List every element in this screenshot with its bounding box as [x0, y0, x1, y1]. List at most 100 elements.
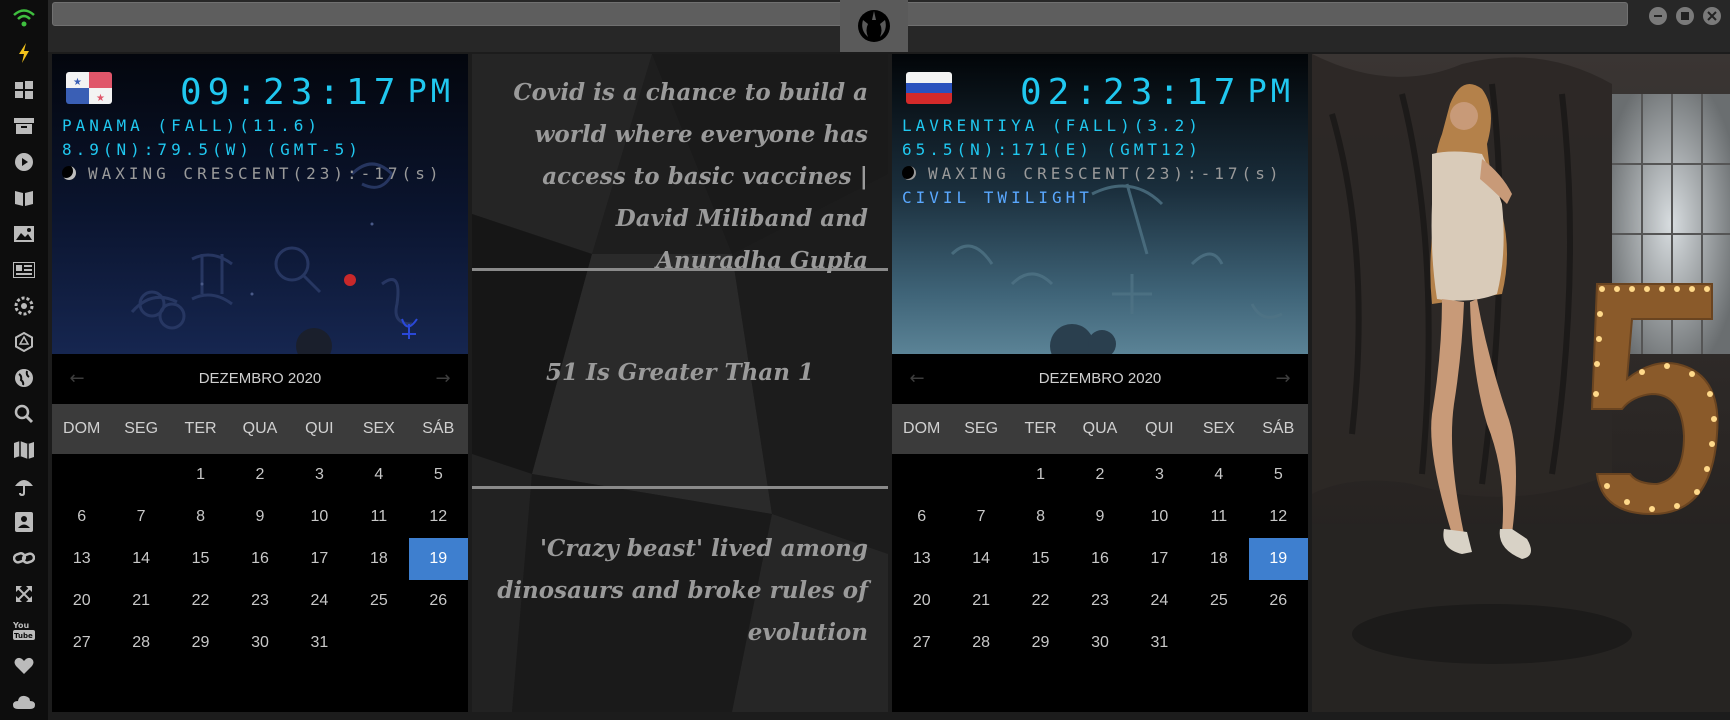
- calendar-day[interactable]: 2: [1070, 454, 1129, 496]
- calendar-day[interactable]: 28: [951, 622, 1010, 664]
- wifi-icon[interactable]: [12, 6, 36, 30]
- close-button[interactable]: [1703, 7, 1721, 25]
- calendar-day[interactable]: 15: [1011, 538, 1070, 580]
- calendar-day[interactable]: 17: [290, 538, 349, 580]
- minimize-button[interactable]: [1649, 7, 1667, 25]
- location-line: PANAMA (FALL)(11.6): [62, 116, 322, 135]
- prev-month-button[interactable]: ←: [62, 354, 92, 404]
- calendar-day[interactable]: 30: [230, 622, 289, 664]
- calendar-day[interactable]: 29: [1011, 622, 1070, 664]
- calendar-day[interactable]: 8: [1011, 496, 1070, 538]
- calendar-day[interactable]: 2: [230, 454, 289, 496]
- calendar-day[interactable]: 3: [290, 454, 349, 496]
- moon-phase-text: WAXING CRESCENT(23):-17(s): [928, 164, 1283, 183]
- calendar-day[interactable]: 25: [349, 580, 408, 622]
- calendar-day[interactable]: 16: [1070, 538, 1129, 580]
- calendar-day-today[interactable]: 19: [408, 538, 468, 580]
- calendar-day[interactable]: 3: [1130, 454, 1189, 496]
- calendar-day[interactable]: 28: [111, 622, 170, 664]
- calendar-day[interactable]: 10: [1130, 496, 1189, 538]
- calendar-day[interactable]: 23: [230, 580, 289, 622]
- settings-icon[interactable]: [12, 294, 36, 318]
- calendar-day[interactable]: 5: [409, 454, 468, 496]
- calendar-day[interactable]: 24: [1130, 580, 1189, 622]
- calendar-day[interactable]: 12: [409, 496, 468, 538]
- play-icon[interactable]: [12, 150, 36, 174]
- calendar-day[interactable]: 22: [1011, 580, 1070, 622]
- heart-icon[interactable]: [12, 654, 36, 678]
- calendar-day[interactable]: 13: [52, 538, 111, 580]
- youtube-icon[interactable]: You Tube: [12, 618, 36, 642]
- calendar-day[interactable]: 6: [52, 496, 111, 538]
- calendar-day[interactable]: 21: [951, 580, 1010, 622]
- calendar-day[interactable]: 8: [171, 496, 230, 538]
- calendar-day[interactable]: 24: [290, 580, 349, 622]
- twilight-line: CIVIL TWILIGHT: [902, 188, 1093, 207]
- contact-icon[interactable]: [12, 510, 36, 534]
- calendar-day[interactable]: 1: [171, 454, 230, 496]
- calendar-day[interactable]: 14: [951, 538, 1010, 580]
- calendar-day[interactable]: 26: [409, 580, 468, 622]
- windows-icon[interactable]: [12, 78, 36, 102]
- book-icon[interactable]: [12, 186, 36, 210]
- calendar-day[interactable]: 11: [1189, 496, 1248, 538]
- calendar-day[interactable]: 6: [892, 496, 951, 538]
- calendar-day[interactable]: 13: [892, 538, 951, 580]
- archive-icon[interactable]: [12, 114, 36, 138]
- calendar-day[interactable]: 31: [1130, 622, 1189, 664]
- search-icon[interactable]: [12, 402, 36, 426]
- calendar-day[interactable]: 20: [52, 580, 111, 622]
- expand-icon[interactable]: [12, 582, 36, 606]
- hexagon-icon[interactable]: [12, 330, 36, 354]
- umbrella-icon[interactable]: [12, 474, 36, 498]
- quote-2[interactable]: 51 Is Greater Than 1: [492, 352, 868, 394]
- calendar-day[interactable]: 9: [1070, 496, 1129, 538]
- calendar-day[interactable]: 27: [892, 622, 951, 664]
- quote-3[interactable]: 'Crazy beast' lived among dinosaurs and …: [492, 528, 868, 654]
- next-month-button[interactable]: →: [428, 354, 458, 404]
- next-month-button[interactable]: →: [1268, 354, 1298, 404]
- prev-month-button[interactable]: ←: [902, 354, 932, 404]
- cloud-icon[interactable]: [12, 690, 36, 714]
- calendar-day[interactable]: 11: [349, 496, 408, 538]
- calendar-day[interactable]: 16: [230, 538, 289, 580]
- calendar-day[interactable]: 26: [1249, 580, 1308, 622]
- calendar-day[interactable]: 22: [171, 580, 230, 622]
- calendar-day[interactable]: 23: [1070, 580, 1129, 622]
- calendar-day[interactable]: 7: [951, 496, 1010, 538]
- calendar-day[interactable]: 12: [1249, 496, 1308, 538]
- maximize-button[interactable]: [1676, 7, 1694, 25]
- calendar-day[interactable]: 17: [1130, 538, 1189, 580]
- calendar-day[interactable]: 10: [290, 496, 349, 538]
- calendar-day[interactable]: 5: [1249, 454, 1308, 496]
- calendar-day[interactable]: 27: [52, 622, 111, 664]
- calendar-day[interactable]: 4: [349, 454, 408, 496]
- globe-icon[interactable]: [12, 366, 36, 390]
- map-icon[interactable]: [12, 438, 36, 462]
- coords-line: 8.9(N):79.5(W) (GMT-5): [62, 140, 362, 159]
- calendar-day[interactable]: 31: [290, 622, 349, 664]
- calendar-day[interactable]: 25: [1189, 580, 1248, 622]
- featured-photo[interactable]: [1312, 54, 1730, 712]
- news-icon[interactable]: [12, 258, 36, 282]
- calendar-day[interactable]: 9: [230, 496, 289, 538]
- calendar-day[interactable]: 14: [111, 538, 170, 580]
- bolt-icon[interactable]: [12, 41, 36, 65]
- weekday-label: QUA: [1082, 420, 1118, 437]
- calendar-day[interactable]: 18: [349, 538, 408, 580]
- calendar-day-today[interactable]: 19: [1248, 538, 1308, 580]
- link-icon[interactable]: [12, 546, 36, 570]
- right-clock-widget: 02:23:17 PM LAVRENTIYA (FALL)(3.2) 65.5(…: [892, 54, 1308, 354]
- calendar-day[interactable]: 18: [1189, 538, 1248, 580]
- quote-1[interactable]: Covid is a chance to build a world where…: [492, 72, 868, 282]
- rebel-logo-tab[interactable]: [840, 0, 908, 52]
- calendar-day[interactable]: 7: [111, 496, 170, 538]
- calendar-day[interactable]: 29: [171, 622, 230, 664]
- image-icon[interactable]: [12, 222, 36, 246]
- calendar-day[interactable]: 15: [171, 538, 230, 580]
- calendar-day[interactable]: 4: [1189, 454, 1248, 496]
- calendar-day[interactable]: 20: [892, 580, 951, 622]
- calendar-day[interactable]: 1: [1011, 454, 1070, 496]
- calendar-day[interactable]: 30: [1070, 622, 1129, 664]
- calendar-day[interactable]: 21: [111, 580, 170, 622]
